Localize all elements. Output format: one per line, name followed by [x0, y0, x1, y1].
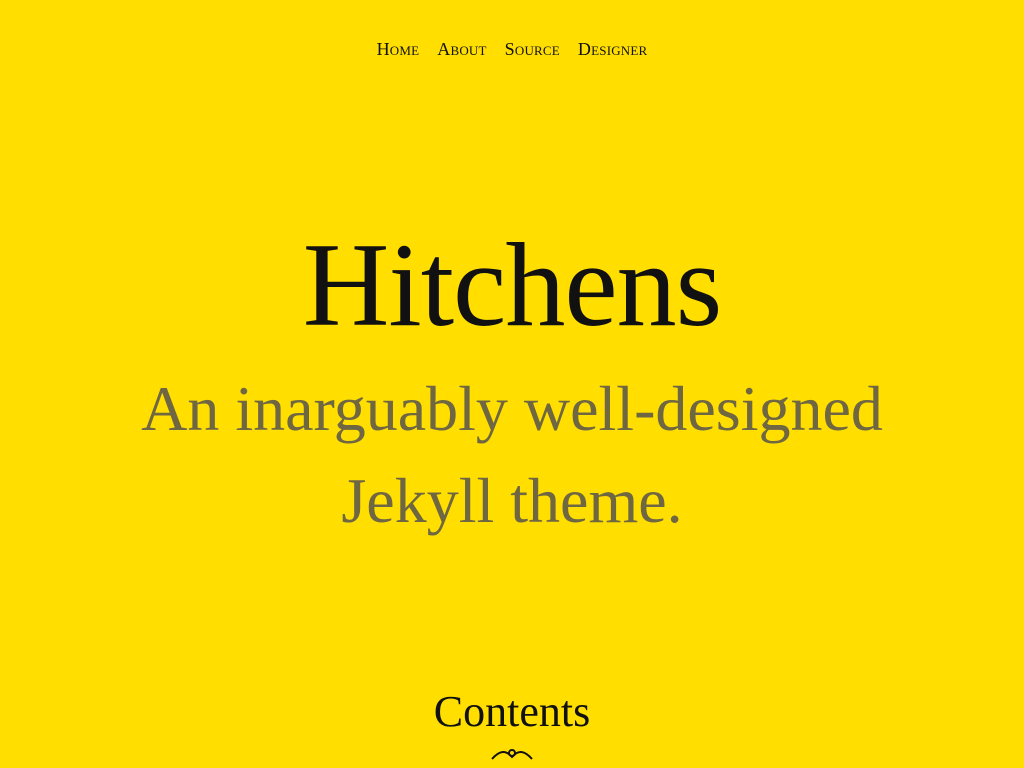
site-tagline: An inarguably well-designed Jekyll theme…	[141, 373, 883, 536]
nav-link-source[interactable]: Source	[505, 40, 560, 58]
nav-link-home[interactable]: Home	[377, 40, 420, 58]
nav-link-designer[interactable]: Designer	[578, 40, 648, 58]
top-nav: Home About Source Designer	[0, 40, 1024, 58]
contents-heading: Contents	[433, 687, 591, 736]
nav-link-about[interactable]: About	[437, 40, 486, 58]
ornament-icon	[491, 749, 533, 760]
site-title: Hitchens	[302, 218, 723, 351]
contents-section: Contents	[0, 688, 1024, 768]
hero: Hitchens An inarguably well-designed Jek…	[0, 225, 1024, 547]
